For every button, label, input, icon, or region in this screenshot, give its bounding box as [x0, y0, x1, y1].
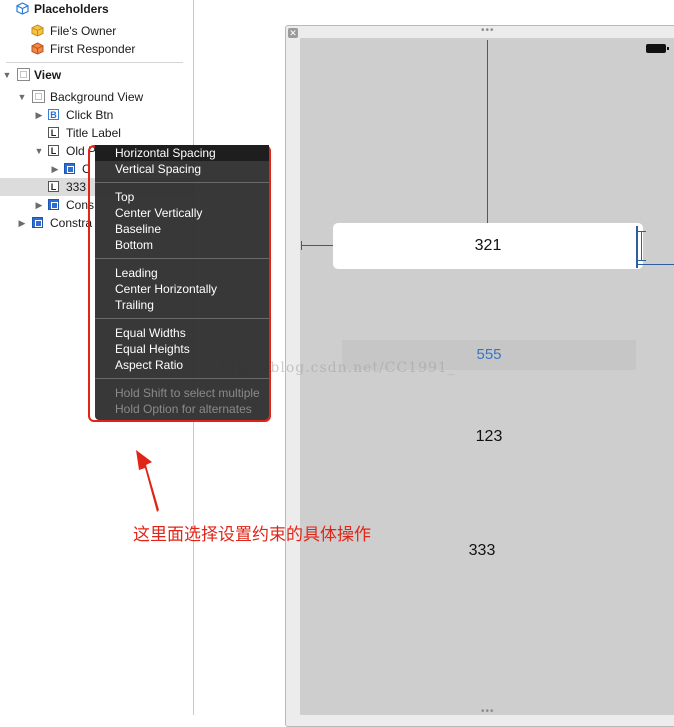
disclosure-closed-icon[interactable]: ▶	[34, 196, 44, 214]
menu-item-center-vertically[interactable]: Center Vertically	[115, 205, 265, 221]
view-icon	[17, 68, 30, 81]
menu-separator	[95, 318, 269, 319]
height-constraint-cap-top	[637, 231, 646, 232]
background-view-label: Background View	[50, 90, 144, 104]
height-constraint-line[interactable]	[641, 231, 642, 261]
first-responder-label: First Responder	[50, 42, 136, 56]
disclosure-closed-icon[interactable]: ▶	[17, 214, 27, 232]
outline-item-background-view[interactable]: ▼ Background View	[0, 88, 193, 106]
menu-separator	[95, 258, 269, 259]
battery-icon	[646, 44, 669, 53]
outline-placeholders-header: Placeholders	[0, 0, 193, 18]
constraint-context-menu[interactable]: Horizontal Spacing Vertical Spacing Top …	[95, 145, 269, 420]
constraints-group-icon	[48, 199, 59, 210]
files-owner-label: File's Owner	[50, 24, 117, 38]
trailing-constraint-line[interactable]	[638, 264, 674, 265]
menu-item-bottom[interactable]: Bottom	[115, 237, 265, 253]
outline-separator	[6, 62, 183, 63]
outline-item-first-responder[interactable]: First Responder	[0, 40, 193, 58]
disclosure-closed-icon[interactable]: ▶	[50, 160, 60, 178]
click-btn-label: Click Btn	[66, 108, 114, 122]
constraints-group-icon	[64, 163, 75, 174]
scene-handle-icon[interactable]: •••	[481, 26, 495, 36]
height-constraint-cap-bottom	[637, 260, 646, 261]
leading-constraint-cap	[301, 241, 302, 250]
disclosure-open-icon[interactable]: ▼	[34, 142, 44, 160]
title-label-label: Title Label	[66, 126, 121, 140]
menu-item-vertical-spacing[interactable]: Vertical Spacing	[115, 161, 265, 177]
menu-separator	[95, 378, 269, 379]
placeholders-label: Placeholders	[34, 2, 109, 16]
label-123[interactable]: 123	[342, 428, 636, 446]
selection-edge	[636, 226, 638, 268]
label-333-label: 333	[66, 180, 87, 194]
label-icon: L	[48, 181, 59, 192]
menu-item-aspect-ratio[interactable]: Aspect Ratio	[115, 357, 265, 373]
menu-item-equal-heights[interactable]: Equal Heights	[115, 341, 265, 357]
outline-item-files-owner[interactable]: File's Owner	[0, 22, 193, 40]
menu-item-baseline[interactable]: Baseline	[115, 221, 265, 237]
label-333[interactable]: 333	[342, 542, 622, 560]
menu-item-trailing[interactable]: Trailing	[115, 297, 265, 313]
annotation-text: 这里面选择设置约束的具体操作	[133, 525, 371, 544]
disclosure-open-icon[interactable]: ▼	[17, 88, 27, 106]
label-icon: L	[48, 145, 59, 156]
first-responder-cube-icon	[31, 42, 44, 55]
outline-item-view[interactable]: ▼ View	[0, 66, 193, 84]
view-icon	[32, 90, 45, 103]
menu-item-top[interactable]: Top	[115, 189, 265, 205]
button-icon: B	[48, 109, 59, 120]
menu-item-horizontal-spacing[interactable]: Horizontal Spacing	[95, 145, 269, 161]
top-constraint-line[interactable]	[487, 40, 488, 228]
text-field-321[interactable]: 321	[333, 223, 643, 269]
close-icon[interactable]: ✕	[288, 28, 298, 38]
label-icon: L	[48, 127, 59, 138]
outline-item-title-label[interactable]: L Title Label	[0, 124, 193, 142]
menu-hint-option: Hold Option for alternates	[115, 402, 252, 416]
view-label: View	[34, 68, 62, 82]
disclosure-open-icon[interactable]: ▼	[2, 66, 12, 84]
constraints-view-label: Constra	[50, 216, 93, 230]
menu-item-equal-widths[interactable]: Equal Widths	[115, 325, 265, 341]
cube-icon	[16, 2, 29, 15]
disclosure-closed-icon[interactable]: ▶	[34, 106, 44, 124]
menu-item-center-horizontally[interactable]: Center Horizontally	[115, 281, 265, 297]
outline-item-click-btn[interactable]: ▶ B Click Btn	[0, 106, 193, 124]
menu-item-leading[interactable]: Leading	[115, 265, 265, 281]
menu-hint-shift: Hold Shift to select multiple	[115, 386, 260, 400]
constraints-group-icon	[32, 217, 43, 228]
menu-separator	[95, 182, 269, 183]
files-owner-cube-icon	[31, 24, 44, 37]
